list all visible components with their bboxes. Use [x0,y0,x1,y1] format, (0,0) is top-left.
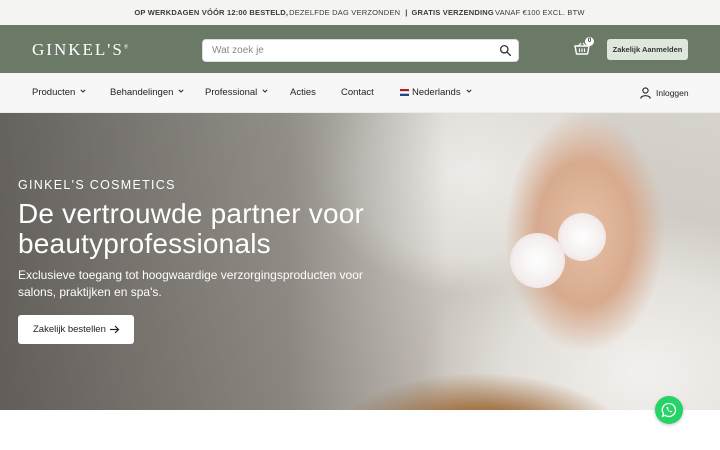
chevron-down-icon [262,89,268,93]
announcement-text-4: VANAF €100 EXCL. BTW [494,8,585,17]
chevron-down-icon [178,89,184,93]
business-order-button[interactable]: Zakelijk bestellen [18,315,134,344]
nav-item-label: Professional [205,87,258,98]
whatsapp-icon [661,402,677,418]
announcement-bar: OP WERKDAGEN VÓÓR 12:00 BESTELD, DEZELFD… [0,0,720,25]
user-icon [640,87,651,99]
announcement-text-1: OP WERKDAGEN VÓÓR 12:00 BESTELD, [134,8,289,17]
login-link[interactable]: Inloggen [640,73,689,113]
language-label: Nederlands [412,87,461,98]
nav-item-acties[interactable]: Acties [290,73,316,113]
hero-subtitle: Exclusieve toegang tot hoogwaardige verz… [18,268,363,299]
main-navigation: Producten Behandelingen Professional Act… [0,73,720,113]
hero-title: De vertrouwde partner voor beautyprofess… [18,198,365,259]
search-icon[interactable] [499,44,512,57]
nav-item-label: Producten [32,87,76,98]
site-logo[interactable]: GINKEL'S® [32,40,128,60]
business-order-label: Zakelijk bestellen [33,324,106,335]
business-signup-button[interactable]: Zakelijk Aanmelden [607,39,688,60]
hero-eyebrow: GINKEL'S COSMETICS [18,178,176,192]
chevron-down-icon [80,89,86,93]
hero-image-cotton-pad [558,213,606,261]
hero-image-cotton-pad [510,233,565,288]
arrow-right-icon [110,325,120,334]
chevron-down-icon [466,89,472,93]
announcement-separator: | [405,8,408,17]
nav-item-contact[interactable]: Contact [341,73,374,113]
whatsapp-chat-button[interactable] [655,396,683,424]
nav-item-label: Acties [290,87,316,98]
netherlands-flag-icon [400,88,409,96]
nav-item-producten[interactable]: Producten [32,73,86,113]
hero-banner: GINKEL'S COSMETICS De vertrouwde partner… [0,113,720,410]
announcement-text-2: DEZELFDE DAG VERZONDEN [289,8,401,17]
announcement-text-3: GRATIS VERZENDING [411,8,494,17]
language-selector[interactable]: Nederlands [400,73,472,113]
nav-item-professional[interactable]: Professional [205,73,268,113]
search-input[interactable] [203,40,493,61]
cart-count-badge: 0 [585,37,594,46]
login-label: Inloggen [656,88,689,98]
search-bar [202,39,519,62]
logo-text: GINKEL'S [32,40,124,59]
site-header: GINKEL'S® 0 Zakelijk Aanmelden [0,25,720,73]
nav-item-behandelingen[interactable]: Behandelingen [110,73,184,113]
nav-item-label: Contact [341,87,374,98]
nav-item-label: Behandelingen [110,87,174,98]
logo-mark: ® [123,44,129,51]
